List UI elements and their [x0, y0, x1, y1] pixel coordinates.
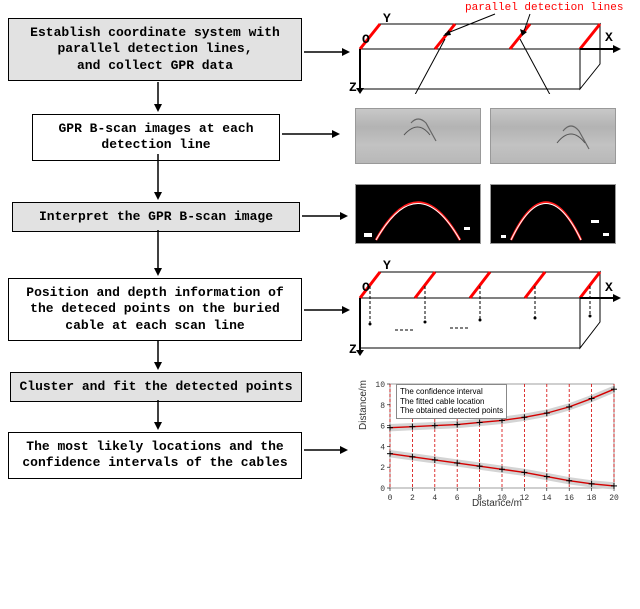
chart-xlabel: Distance/m: [472, 498, 522, 509]
illustration-detected-points: Y O X Z: [355, 258, 625, 358]
result-chart: 024681012141618200246810 The confidence …: [362, 380, 620, 508]
legend-entry: The fitted cable location: [400, 397, 503, 407]
svg-text:20: 20: [609, 494, 619, 503]
arrow-r6: [304, 440, 348, 460]
axis-o-label: O: [362, 32, 370, 47]
arrow-s2-s3: [138, 154, 178, 200]
bscan-image-1: [355, 108, 481, 164]
legend-entry: The confidence interval: [400, 387, 503, 397]
axis-y-label: Y: [383, 11, 391, 26]
arrow-r2: [282, 124, 340, 144]
axis-x-label-2: X: [605, 280, 613, 295]
svg-text:18: 18: [587, 494, 597, 503]
arrow-r3: [302, 206, 348, 226]
svg-text:2: 2: [380, 464, 385, 473]
axis-o-label-2: O: [362, 280, 370, 295]
step-3-box: Interpret the GPR B-scan image: [12, 202, 300, 232]
step-1-box: Establish coordinate system with paralle…: [8, 18, 302, 81]
step-5-box: Cluster and fit the detected points: [10, 372, 302, 402]
axis-x-label: X: [605, 30, 613, 45]
interpret-image-2: [490, 184, 616, 244]
svg-text:10: 10: [375, 381, 385, 390]
arrow-s4-s5: [138, 340, 178, 370]
svg-text:4: 4: [380, 443, 385, 452]
axis-z-label-2: Z: [349, 342, 357, 357]
svg-text:14: 14: [542, 494, 552, 503]
svg-text:4: 4: [432, 494, 437, 503]
arrow-r4: [304, 300, 350, 320]
arrow-s5-s6: [138, 400, 178, 430]
parallel-lines-label: parallel detection lines: [465, 2, 623, 14]
svg-text:16: 16: [564, 494, 574, 503]
svg-text:0: 0: [388, 494, 393, 503]
arrow-r1: [304, 42, 350, 62]
arrow-s3-s4: [138, 230, 178, 276]
legend-entry: The obtained detected points: [400, 406, 503, 416]
svg-text:2: 2: [410, 494, 415, 503]
bscan-image-2: [490, 108, 616, 164]
svg-text:0: 0: [380, 485, 385, 494]
step-4-box: Position and depth information of the de…: [8, 278, 302, 341]
axis-y-label-2: Y: [383, 258, 391, 273]
step-6-box: The most likely locations and the confid…: [8, 432, 302, 479]
illustration-coord-system: parallel detection lines Y O X Z: [355, 4, 625, 94]
svg-text:6: 6: [380, 423, 385, 432]
chart-legend: The confidence interval The fitted cable…: [396, 384, 507, 419]
interpret-image-1: [355, 184, 481, 244]
axis-z-label: Z: [349, 80, 357, 95]
svg-text:8: 8: [380, 402, 385, 411]
svg-text:6: 6: [455, 494, 460, 503]
chart-ylabel: Distance/m: [358, 380, 369, 430]
arrow-s1-s2: [138, 82, 178, 112]
